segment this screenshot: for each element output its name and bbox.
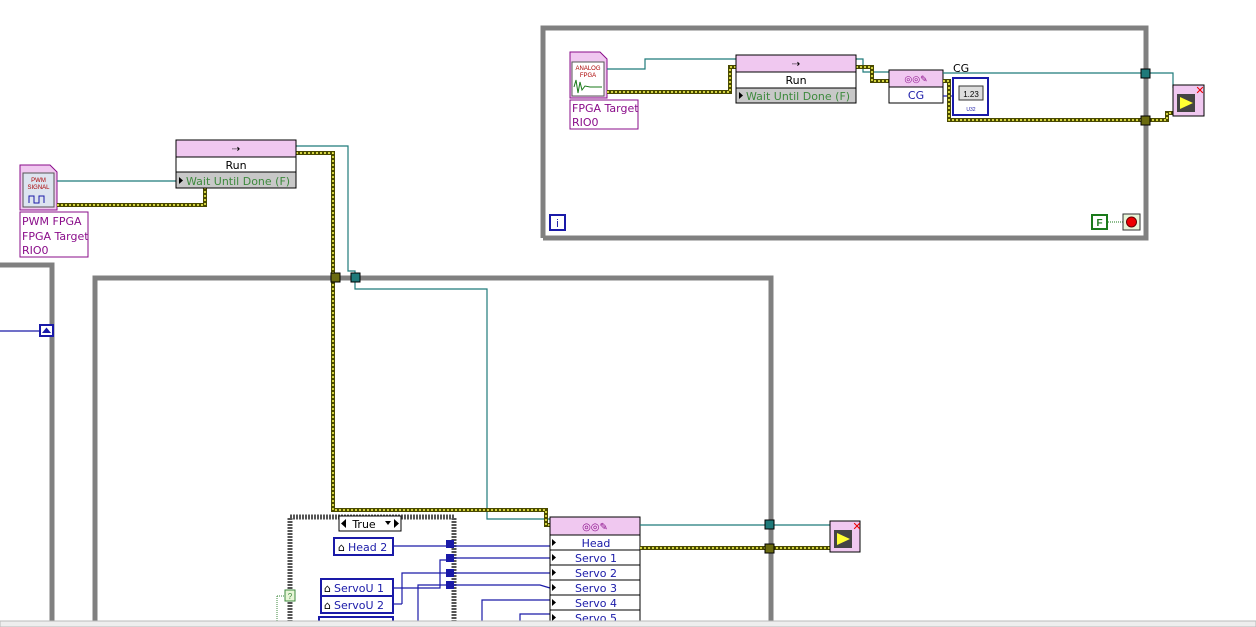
property-name: Head	[582, 537, 611, 550]
pwm-fpga-reference[interactable]: PWM SIGNAL PWM FPGA FPGA Target RIO0	[19, 164, 89, 258]
svg-text:RIO0: RIO0	[572, 116, 599, 129]
svg-text:ServoU 2: ServoU 2	[334, 599, 384, 612]
property-name: Servo 1	[575, 552, 617, 565]
property-row[interactable]: Servo 1	[549, 549, 641, 566]
close-x-icon: ✕	[1195, 85, 1204, 97]
property-row[interactable]: Servo 3	[549, 579, 641, 596]
svg-text:ServoU 1: ServoU 1	[334, 582, 384, 595]
local-variable-servou-1[interactable]: ⌂ ServoU 1	[320, 578, 394, 597]
svg-text:Head 2: Head 2	[348, 541, 387, 554]
reference-tunnel	[1140, 115, 1151, 126]
property-name: Servo 3	[575, 582, 617, 595]
property-row[interactable]: Servo 2	[549, 564, 641, 581]
case-selector-label: True	[351, 518, 376, 531]
error-tunnel	[764, 519, 775, 530]
property-node-servos[interactable]: ◎◎✎ HeadServo 1Servo 2Servo 3Servo 4Serv…	[549, 516, 641, 626]
pwm-icon-text: SIGNAL	[27, 185, 50, 191]
pwm-icon-text: PWM	[31, 178, 46, 184]
house-icon: ⌂	[324, 582, 331, 595]
reference-tunnel	[330, 272, 341, 283]
error-tunnel	[1140, 68, 1151, 79]
svg-text:Wait Until Done (F): Wait Until Done (F)	[746, 90, 850, 103]
cg-indicator-label: CG	[953, 62, 969, 75]
svg-text:FPGA: FPGA	[580, 73, 596, 79]
left-while-loop[interactable]	[0, 262, 55, 627]
glasses-pencil-icon: ◎◎✎	[582, 522, 608, 533]
svg-text:FPGA Target: FPGA Target	[572, 102, 639, 115]
param-name: Wait Until Done (F)	[186, 175, 290, 188]
property-name: Servo 2	[575, 567, 617, 580]
error-tunnel	[350, 272, 361, 283]
svg-text:Run: Run	[785, 74, 806, 87]
pwm-ref-label: RIO0	[22, 244, 49, 257]
pwm-ref-label: PWM FPGA	[22, 215, 82, 228]
property-row[interactable]: Head	[549, 534, 641, 551]
invoke-node-run-pwm[interactable]: ⇢ Run Wait Until Done (F)	[175, 139, 297, 189]
pwm-ref-label: FPGA Target	[22, 230, 89, 243]
status-strip	[0, 620, 1256, 627]
property-row[interactable]: Servo 4	[549, 594, 641, 611]
svg-text:CG: CG	[908, 89, 924, 102]
close-reference-node[interactable]: ✕	[829, 520, 862, 553]
run-arrow-icon: ⇢	[792, 59, 800, 70]
main-while-loop[interactable]	[92, 272, 774, 627]
svg-text:1.23: 1.23	[963, 90, 979, 99]
svg-text:i: i	[556, 218, 558, 230]
property-node-cg[interactable]: ◎◎✎ CG	[888, 69, 944, 104]
glasses-pencil-icon: ◎◎✎	[904, 74, 927, 84]
invoke-node-run-analog[interactable]: ⇢ Run Wait Until Done (F)	[735, 54, 857, 104]
local-variable-head-2[interactable]: ⌂ Head 2	[333, 537, 394, 556]
run-arrow-icon: ⇢	[232, 144, 240, 155]
house-icon: ⌂	[338, 541, 345, 554]
method-name: Run	[225, 159, 246, 172]
cg-indicator[interactable]: 1.23 U32	[952, 77, 989, 116]
svg-text:U32: U32	[966, 107, 975, 113]
local-variable-servou-2[interactable]: ⌂ ServoU 2	[320, 595, 394, 614]
property-name: Servo 4	[575, 597, 617, 610]
svg-text:F: F	[1096, 218, 1102, 229]
block-diagram: PWM SIGNAL PWM FPGA FPGA Target RIO0 ⇢ R…	[0, 25, 1256, 627]
svg-text:?: ?	[288, 592, 293, 601]
reference-tunnel	[764, 543, 775, 554]
svg-text:ANALOG: ANALOG	[575, 66, 600, 72]
house-icon: ⌂	[324, 599, 331, 612]
close-x-icon: ✕	[852, 521, 861, 533]
close-reference-node[interactable]: ✕	[1172, 84, 1205, 117]
